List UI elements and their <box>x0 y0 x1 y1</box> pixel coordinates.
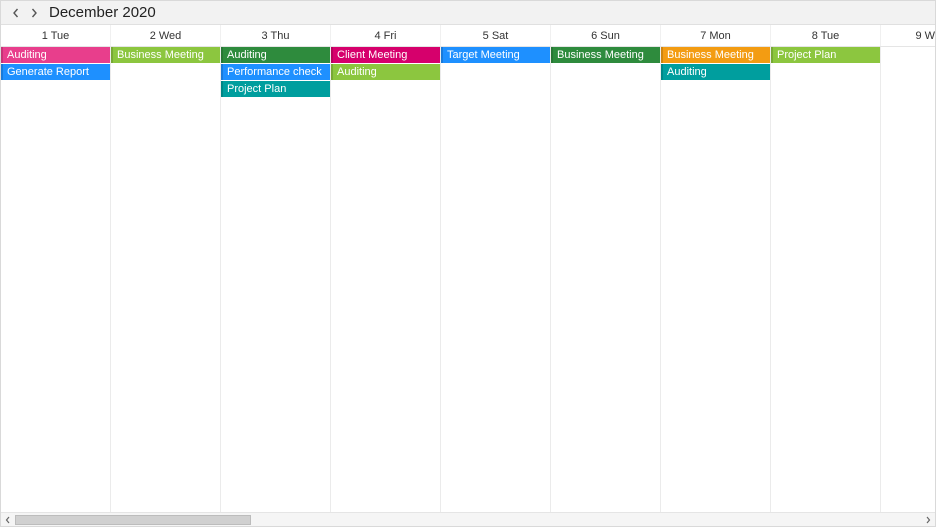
scroll-thumb[interactable] <box>15 515 251 525</box>
event[interactable]: Business Meeting <box>111 47 220 63</box>
prev-button[interactable] <box>7 4 25 22</box>
day-header[interactable]: 5 Sat <box>441 25 551 46</box>
scroll-left-button[interactable] <box>1 513 15 527</box>
day-column[interactable]: Client MeetingAuditing <box>331 47 441 512</box>
calendar-title[interactable]: December 2020 <box>49 4 156 21</box>
day-column[interactable]: Business Meeting <box>551 47 661 512</box>
scroll-right-button[interactable] <box>921 513 935 527</box>
day-column[interactable] <box>881 47 935 512</box>
day-column[interactable]: Business Meeting <box>111 47 221 512</box>
day-column[interactable]: Target Meeting <box>441 47 551 512</box>
calendar-viewport: 1 Tue2 Wed3 Thu4 Fri5 Sat6 Sun7 Mon8 Tue… <box>1 25 935 512</box>
day-column[interactable]: Business MeetingAuditing <box>661 47 771 512</box>
calendar-columns: AuditingGenerate ReportBusiness MeetingA… <box>1 47 935 512</box>
event[interactable]: Auditing <box>661 64 770 80</box>
day-column[interactable]: AuditingPerformance checkProject Plan <box>221 47 331 512</box>
event[interactable]: Auditing <box>1 47 110 63</box>
scroll-track[interactable] <box>15 513 921 527</box>
event[interactable]: Project Plan <box>221 81 330 97</box>
event[interactable]: Target Meeting <box>441 47 550 63</box>
day-column[interactable]: AuditingGenerate Report <box>1 47 111 512</box>
event[interactable]: Business Meeting <box>551 47 660 63</box>
day-header[interactable]: 8 Tue <box>771 25 881 46</box>
event[interactable]: Business Meeting <box>661 47 770 63</box>
event[interactable]: Performance check <box>221 64 330 80</box>
day-column[interactable]: Project Plan <box>771 47 881 512</box>
horizontal-scrollbar[interactable] <box>1 512 935 526</box>
day-header[interactable]: 6 Sun <box>551 25 661 46</box>
day-header[interactable]: 4 Fri <box>331 25 441 46</box>
calendar-header: December 2020 <box>1 1 935 25</box>
calendar-window: December 2020 1 Tue2 Wed3 Thu4 Fri5 Sat6… <box>0 0 936 527</box>
day-header[interactable]: 9 W <box>881 25 935 46</box>
event[interactable]: Project Plan <box>771 47 880 63</box>
event[interactable]: Client Meeting <box>331 47 440 63</box>
day-header[interactable]: 2 Wed <box>111 25 221 46</box>
chevron-right-icon <box>29 8 39 18</box>
chevron-right-icon <box>924 516 932 524</box>
day-header[interactable]: 1 Tue <box>1 25 111 46</box>
day-header-row: 1 Tue2 Wed3 Thu4 Fri5 Sat6 Sun7 Mon8 Tue… <box>1 25 935 47</box>
day-header[interactable]: 7 Mon <box>661 25 771 46</box>
chevron-left-icon <box>4 516 12 524</box>
day-header[interactable]: 3 Thu <box>221 25 331 46</box>
event[interactable]: Generate Report <box>1 64 110 80</box>
next-button[interactable] <box>25 4 43 22</box>
event[interactable]: Auditing <box>331 64 440 80</box>
chevron-left-icon <box>11 8 21 18</box>
event[interactable]: Auditing <box>221 47 330 63</box>
